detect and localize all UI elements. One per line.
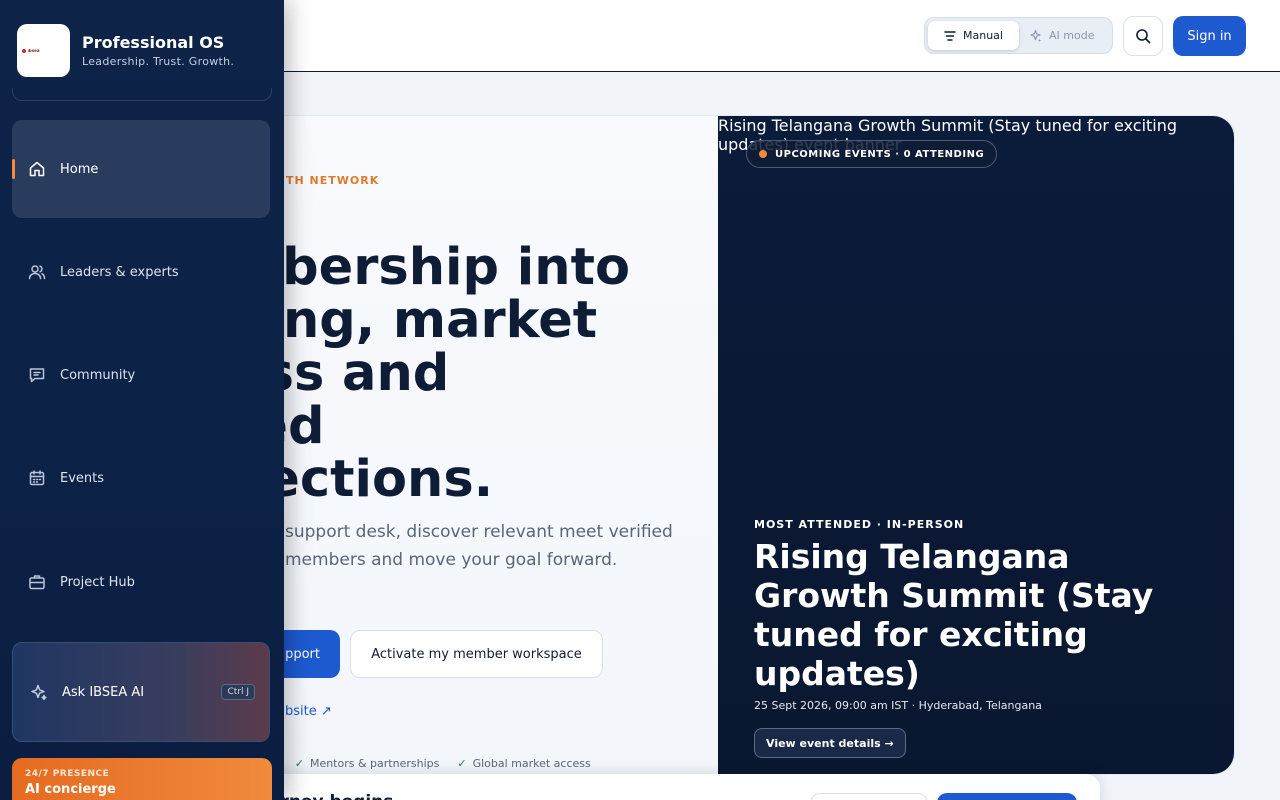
hero-eyebrow: TH NETWORK: [286, 174, 380, 187]
sidebar-item-label: Project Hub: [60, 574, 135, 590]
journey-secondary-button[interactable]: [810, 793, 928, 800]
manual-mode-button[interactable]: Manual: [928, 21, 1019, 50]
brand: ibsea Professional OS Leadership. Trust.…: [0, 0, 284, 101]
mode-switch: Manual AI mode: [924, 17, 1113, 54]
brand-divider: [12, 88, 272, 101]
sparkle-icon: [30, 683, 48, 701]
upcoming-events-badge: UPCOMING EVENTS · 0 ATTENDING: [746, 140, 998, 168]
sidebar-item-label: Leaders & experts: [60, 264, 179, 280]
journey-card: Your journey begins: [180, 774, 1100, 800]
check-icon: ✓: [457, 757, 467, 770]
hero-card: TH NETWORK n mbership into ding, market …: [230, 115, 1235, 775]
users-icon: [28, 263, 46, 281]
sidebar-item-leaders[interactable]: Leaders & experts: [12, 223, 270, 321]
sidebar-item-community[interactable]: Community: [12, 326, 270, 424]
upcoming-events-label: UPCOMING EVENTS · 0 ATTENDING: [775, 148, 985, 160]
headline-line: ted: [231, 400, 669, 453]
check-icon: ✓: [294, 757, 304, 770]
headline-line: ess and: [230, 344, 450, 403]
event-date: 25 Sept 2026, 09:00 am IST · Hyderabad, …: [754, 699, 1042, 712]
status-dot-icon: [759, 150, 767, 158]
headline-line: nections.: [230, 450, 494, 509]
ai-mode-button[interactable]: AI mode: [1019, 21, 1104, 50]
event-title: Rising Telangana Growth Summit (Stay tun…: [754, 537, 1154, 693]
home-icon: [28, 160, 46, 178]
sparkle-icon: [1029, 29, 1042, 42]
filter-lines-icon: [944, 30, 956, 41]
sidebar-item-label: Events: [60, 470, 105, 486]
brand-logo[interactable]: ibsea: [17, 24, 70, 77]
search-icon: [1135, 28, 1151, 44]
hero-headline: n mbership into ding, market ess and ted…: [230, 188, 669, 509]
event-meta: MOST ATTENDED · IN-PERSON: [754, 518, 965, 531]
logo-mark-icon: ibsea: [21, 47, 66, 55]
trust-item: ✓ Mentors & partnerships: [294, 757, 440, 770]
headline-line: mbership into: [230, 238, 631, 297]
keyboard-shortcut: Ctrl J: [221, 684, 255, 700]
sign-in-button[interactable]: Sign in: [1173, 16, 1246, 56]
concierge-tag: 24/7 PRESENCE: [25, 769, 110, 779]
manual-mode-label: Manual: [963, 29, 1003, 42]
sidebar-item-label: Community: [60, 367, 136, 383]
sidebar: ibsea Professional OS Leadership. Trust.…: [0, 0, 284, 800]
brand-subtitle: Leadership. Trust. Growth.: [82, 55, 235, 68]
trust-list: s ✓Mentors & partnerships ✓Global market…: [271, 757, 591, 770]
chat-icon: [28, 366, 46, 384]
sidebar-item-label: Home: [60, 161, 99, 177]
hero-subtext: support desk, discover relevant meet ver…: [285, 522, 673, 570]
concierge-title: AI concierge: [25, 782, 116, 797]
ai-concierge-card[interactable]: 24/7 PRESENCE AI concierge: [12, 758, 272, 800]
view-event-details-button[interactable]: View event details →: [754, 728, 906, 758]
calendar-icon: [28, 469, 46, 487]
trust-item: ✓ Global market access: [457, 757, 591, 770]
sidebar-item-project-hub[interactable]: Project Hub: [12, 533, 270, 631]
brand-title: Professional OS: [82, 33, 225, 52]
website-link[interactable]: bsite ↗: [285, 704, 332, 719]
ask-ai-button[interactable]: Ask IBSEA AI Ctrl J: [12, 642, 270, 742]
featured-event-panel[interactable]: Rising Telangana Growth Summit (Stay tun…: [718, 116, 1234, 774]
search-button[interactable]: [1123, 16, 1163, 56]
headline-line: n: [231, 188, 669, 241]
headline-line: ding, market: [230, 291, 598, 350]
ai-mode-label: AI mode: [1049, 29, 1095, 42]
sidebar-item-events[interactable]: Events: [12, 429, 270, 527]
journey-primary-button[interactable]: [937, 793, 1077, 800]
activate-workspace-button[interactable]: Activate my member workspace: [350, 630, 603, 678]
sidebar-item-home[interactable]: Home: [12, 120, 270, 218]
ask-ai-label: Ask IBSEA AI: [62, 684, 145, 700]
briefcase-icon: [28, 573, 46, 591]
